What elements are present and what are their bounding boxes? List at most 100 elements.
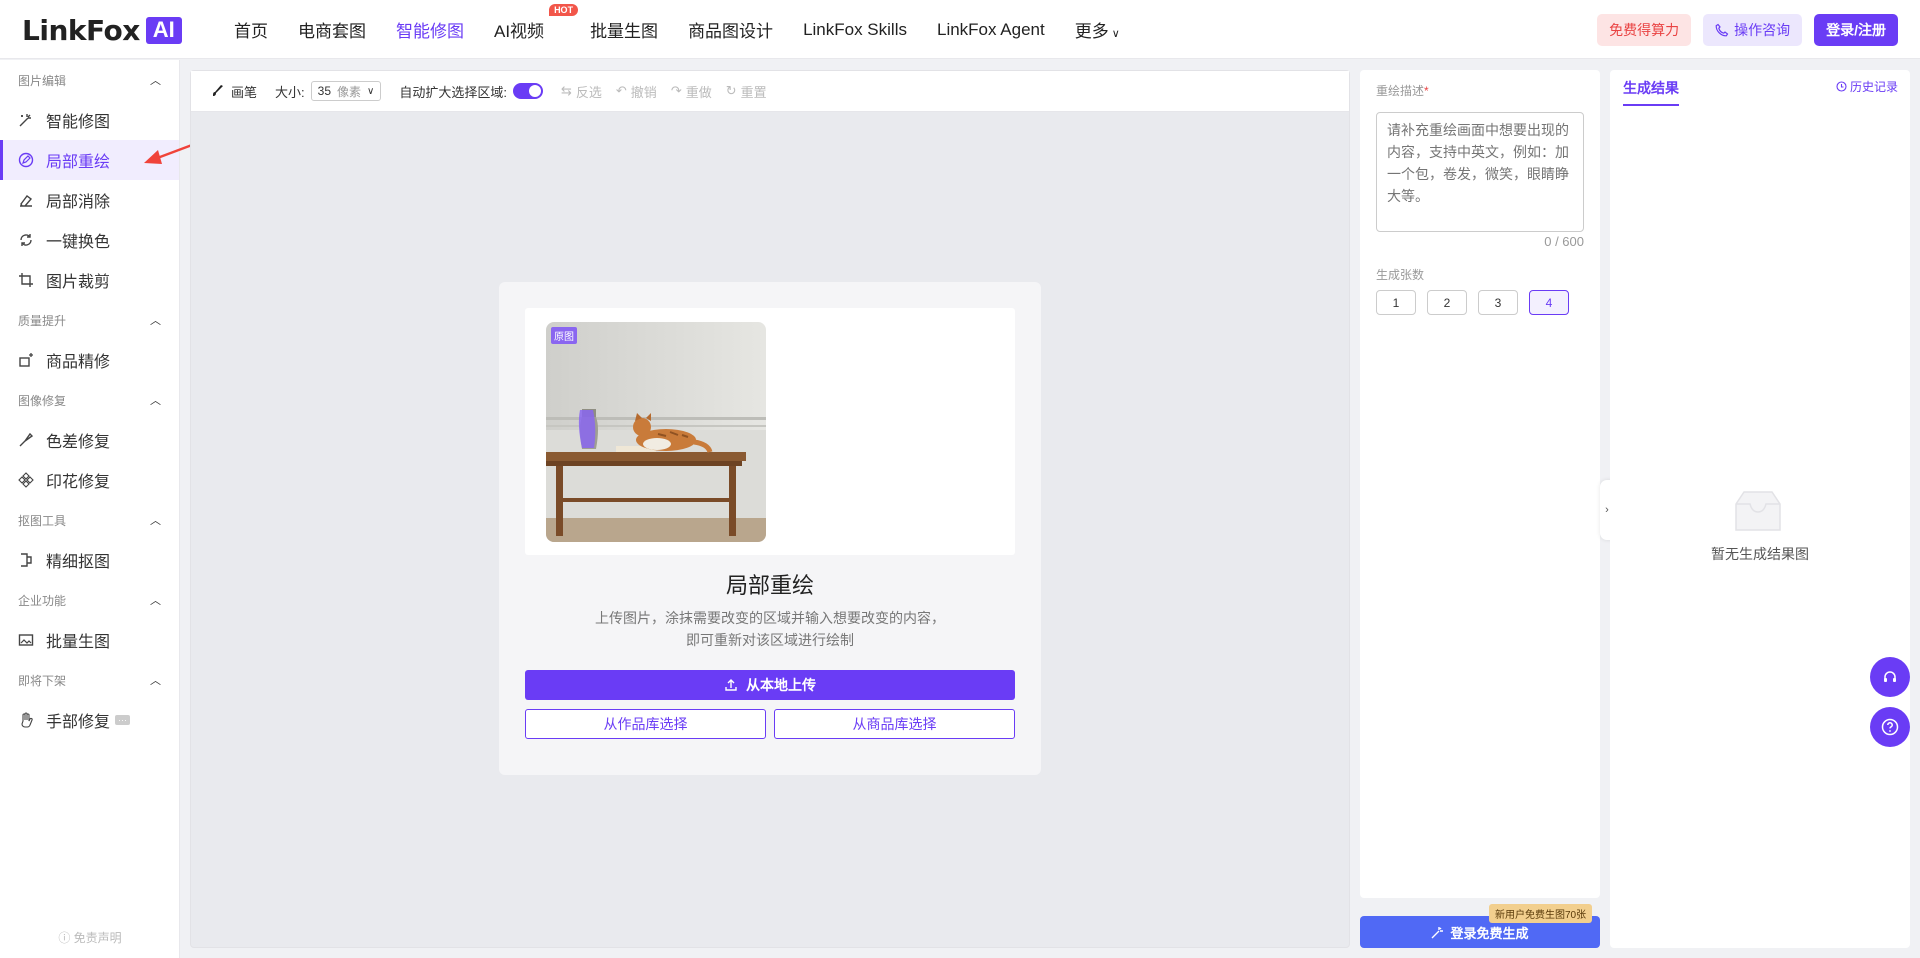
crop-icon <box>19 273 33 287</box>
group-title: 即将下架 <box>18 673 67 688</box>
chevron-up-icon: ︿ <box>150 315 161 327</box>
free-credits-button[interactable]: 免费得算力 <box>1597 14 1692 46</box>
sidebar-item-label: 商品精修 <box>46 354 111 371</box>
count-option-1[interactable]: 1 <box>1376 290 1416 315</box>
chevron-up-icon: ︿ <box>150 395 161 407</box>
sidebar-item-print-fix[interactable]: 印花修复 <box>0 460 179 500</box>
nav-smart-retouch[interactable]: 智能修图 <box>396 17 464 42</box>
count-option-2[interactable]: 2 <box>1427 290 1467 315</box>
count-option-4[interactable]: 4 <box>1529 290 1569 315</box>
upload-icon <box>725 679 737 691</box>
undo-button[interactable]: ↶ 撤销 <box>616 82 657 101</box>
help-button[interactable] <box>1870 707 1910 747</box>
top-bar: LinkFox AI 首页 电商套图 智能修图 AI视频 HOT 批量生图 商品图… <box>0 0 1920 59</box>
group-title: 企业功能 <box>18 593 67 608</box>
redraw-description-input[interactable] <box>1376 112 1584 232</box>
count-label: 生成张数 <box>1376 268 1425 282</box>
sidebar-item-fine-cutout[interactable]: 精细抠图 <box>0 540 179 580</box>
generate-label: 登录免费生成 <box>1450 925 1529 941</box>
auto-expand-toggle[interactable] <box>512 83 543 99</box>
group-restore[interactable]: 图像修复 ︿ <box>0 380 179 420</box>
auto-expand-label: 自动扩大选择区域: <box>399 84 507 100</box>
nav-more[interactable]: 更多 ∨ <box>1075 17 1120 42</box>
hand-icon <box>21 712 33 728</box>
desc-label: 重绘描述* <box>1376 82 1429 99</box>
phone-icon <box>1715 23 1729 37</box>
sidebar-item-hand-fix[interactable]: 手部修复 ··· <box>0 700 179 740</box>
reset-button[interactable]: ↻ 重置 <box>726 82 767 101</box>
sidebar-item-color-fix[interactable]: 色差修复 <box>0 420 179 460</box>
sidebar-item-local-erase[interactable]: 局部消除 <box>0 180 179 220</box>
support-button[interactable] <box>1870 657 1910 697</box>
sidebar-item-label: 一键换色 <box>46 234 111 251</box>
undo-icon: ↶ <box>615 83 627 98</box>
sidebar-item-label: 印花修复 <box>46 474 111 491</box>
main-nav: 首页 电商套图 智能修图 AI视频 HOT 批量生图 商品图设计 LinkFox … <box>234 0 1150 59</box>
brush-tool[interactable]: 画笔 <box>211 82 257 101</box>
consult-label: 操作咨询 <box>1734 22 1791 38</box>
nav-batch-generate[interactable]: 批量生图 <box>590 17 658 42</box>
headset-icon <box>1884 671 1896 682</box>
upload-local-button[interactable]: 从本地上传 <box>525 670 1015 700</box>
count-option-3[interactable]: 3 <box>1478 290 1518 315</box>
hot-badge: HOT <box>549 4 579 16</box>
sidebar-item-crop[interactable]: 图片裁剪 <box>0 260 179 300</box>
group-title: 抠图工具 <box>18 513 67 528</box>
chevron-up-icon: ︿ <box>150 675 161 687</box>
nav-product-sets[interactable]: 电商套图 <box>298 17 366 42</box>
image-stack-icon <box>18 634 34 646</box>
login-button[interactable]: 登录/注册 <box>1814 14 1898 46</box>
promo-tag: 新用户免费生图70张 <box>1489 904 1593 923</box>
size-control: 大小: 35 像素 ∨ <box>275 81 382 101</box>
char-counter: 0 / 600 <box>1544 234 1584 249</box>
group-cutout[interactable]: 抠图工具 ︿ <box>0 500 179 540</box>
example-image: 原图 <box>546 322 766 542</box>
logo[interactable]: LinkFox AI <box>22 14 182 47</box>
invert-icon: ⇆ <box>560 83 572 98</box>
disclaimer-link[interactable]: ⓘ 免责声明 <box>0 929 180 946</box>
sidebar-item-product-refine[interactable]: 商品精修 <box>0 340 179 380</box>
group-enterprise[interactable]: 企业功能 ︿ <box>0 580 179 620</box>
chevron-down-icon: ∨ <box>1111 28 1120 40</box>
reset-label: 重置 <box>740 84 767 100</box>
sidebar-item-label: 色差修复 <box>46 434 111 451</box>
size-unit: 像素 <box>337 84 362 99</box>
sidebar-item-label: 局部重绘 <box>46 154 111 171</box>
nav-skills[interactable]: LinkFox Skills <box>803 20 907 40</box>
upload-card: 原图 局部重绘 上传图片，涂抹需要改变的区域并输入想要改变的内容， 即可重新对该… <box>499 282 1041 775</box>
nav-agent[interactable]: LinkFox Agent <box>937 20 1045 40</box>
sidebar-item-recolor[interactable]: 一键换色 <box>0 220 179 260</box>
select-from-works-button[interactable]: 从作品库选择 <box>525 709 766 739</box>
nav-home[interactable]: 首页 <box>234 17 268 42</box>
nav-ai-video[interactable]: AI视频 HOT <box>494 4 579 42</box>
group-quality[interactable]: 质量提升 ︿ <box>0 300 179 340</box>
nav-product-design[interactable]: 商品图设计 <box>688 17 773 42</box>
group-image-edit[interactable]: 图片编辑 ︿ <box>0 60 179 100</box>
brush-edit-icon <box>18 152 34 168</box>
size-select[interactable]: 35 像素 ∨ <box>310 81 382 101</box>
reset-icon: ↻ <box>725 83 737 98</box>
tab-results[interactable]: 生成结果 <box>1623 78 1679 106</box>
help-icon <box>1881 718 1899 736</box>
consult-button[interactable]: 操作咨询 <box>1703 14 1803 46</box>
size-label: 大小: <box>275 84 305 100</box>
group-deprecated[interactable]: 即将下架 ︿ <box>0 660 179 700</box>
example-preview: 原图 <box>525 308 1015 555</box>
sidebar-item-label: 图片裁剪 <box>46 274 111 291</box>
invert-button[interactable]: ⇆ 反选 <box>561 82 602 101</box>
top-actions: 免费得算力 操作咨询 登录/注册 <box>1597 14 1898 46</box>
magic-wand-icon <box>1431 926 1444 938</box>
chevron-down-icon: ∨ <box>367 85 375 97</box>
redo-button[interactable]: ↷ 重做 <box>671 82 712 101</box>
brush-icon <box>213 85 223 96</box>
group-title: 图片编辑 <box>18 73 67 88</box>
color-swap-icon <box>20 234 32 246</box>
invert-label: 反选 <box>575 84 602 100</box>
canvas-workspace: 画笔 大小: 35 像素 ∨ 自动扩大选择区域: ⇆ 反选 ↶ 撤销 ↷ 重做 ↻ 重置 <box>190 70 1350 948</box>
select-from-products-button[interactable]: 从商品库选择 <box>774 709 1015 739</box>
group-title: 质量提升 <box>18 313 67 328</box>
history-link[interactable]: 历史记录 <box>1836 78 1898 95</box>
chevron-right-icon: › <box>1605 504 1609 516</box>
chevron-up-icon: ︿ <box>150 595 161 607</box>
sidebar-item-batch-generate[interactable]: 批量生图 <box>0 620 179 660</box>
